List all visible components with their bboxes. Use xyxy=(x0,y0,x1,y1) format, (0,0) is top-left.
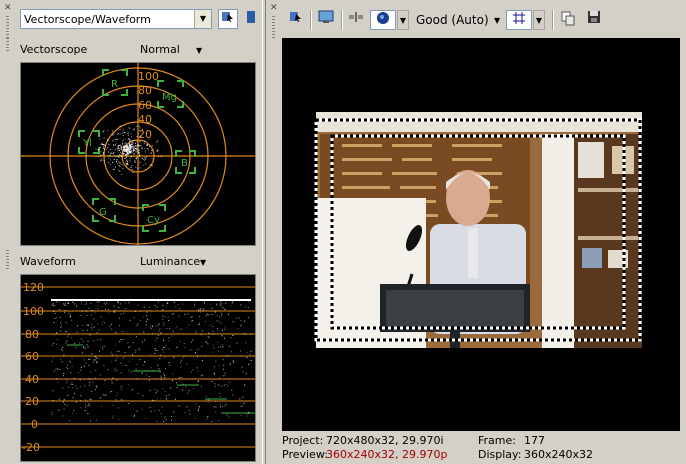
frame-info: Frame: 177 xyxy=(478,434,545,447)
split-screen-icon[interactable] xyxy=(346,10,366,30)
vector-scale-80: 80 xyxy=(138,84,152,97)
target-label-r: R xyxy=(111,79,118,90)
waveform-display: 120 100 80 60 40 20 0 -20 xyxy=(20,274,256,462)
target-label-cy: Cy xyxy=(147,215,160,226)
vector-scale-40: 40 xyxy=(138,113,152,126)
project-label: Project: xyxy=(282,434,324,447)
display-label: Display: xyxy=(478,448,522,461)
vectorscope-label: Vectorscope xyxy=(20,43,88,56)
display-value: 360x240x32 xyxy=(524,448,594,461)
quality-chevron-icon[interactable]: ▼ xyxy=(494,16,500,25)
wave-scale-40: 40 xyxy=(25,373,39,386)
grid-icon[interactable] xyxy=(506,10,532,30)
pointer-icon[interactable] xyxy=(218,9,238,29)
vectorscope-mode[interactable]: Normal xyxy=(140,43,180,56)
display-info: Display: 360x240x32 xyxy=(478,448,593,461)
wave-scale-minus20: -20 xyxy=(22,441,40,454)
video-frame xyxy=(282,38,680,431)
save-snapshot-icon[interactable] xyxy=(584,10,604,30)
toolbar-grip[interactable] xyxy=(272,16,275,38)
waveform-graticule xyxy=(21,286,255,448)
copy-snapshot-icon[interactable] xyxy=(558,10,578,30)
wave-scale-20: 20 xyxy=(25,395,39,408)
toolbar-grip[interactable] xyxy=(6,16,9,38)
project-info: Project: 720x480x32, 29.970i xyxy=(282,434,444,447)
external-monitor-icon[interactable] xyxy=(316,10,336,30)
target-label-g: G xyxy=(99,207,107,218)
scopes-window: ✕ Vectorscope/Waveform ▼ Vectorscope Nor… xyxy=(0,0,262,464)
frame-label: Frame: xyxy=(478,434,516,447)
waveform-label: Waveform xyxy=(20,255,76,268)
vector-scale-100: 100 xyxy=(138,70,159,83)
overlays-icon[interactable] xyxy=(370,10,396,30)
preview-info: Preview: 360x240x32, 29.970p xyxy=(282,448,447,461)
waveform-trace xyxy=(51,299,252,422)
project-value: 720x480x32, 29.970i xyxy=(326,434,444,447)
overlays-chevron-icon[interactable]: ▼ xyxy=(397,10,409,30)
close-scopes-icon[interactable]: ✕ xyxy=(4,4,12,13)
vectorscope-mode-chevron-icon[interactable]: ▼ xyxy=(196,46,202,55)
grid-chevron-icon[interactable]: ▼ xyxy=(533,10,545,30)
close-preview-icon[interactable]: ✕ xyxy=(270,4,278,13)
wave-scale-80: 80 xyxy=(25,328,39,341)
chevron-down-icon[interactable]: ▼ xyxy=(194,10,211,28)
update-scopes-icon[interactable] xyxy=(244,9,258,29)
wave-scale-0: 0 xyxy=(31,418,38,431)
pointer-icon[interactable] xyxy=(286,10,306,30)
video-preview-area[interactable] xyxy=(282,38,680,431)
toolbar-separator xyxy=(552,10,554,30)
section-grip[interactable] xyxy=(6,38,9,52)
vectorscope-trace xyxy=(95,125,163,175)
toolbar-separator xyxy=(341,10,343,30)
section-grip[interactable] xyxy=(6,250,9,270)
scope-type-value: Vectorscope/Waveform xyxy=(24,13,151,26)
wave-scale-100: 100 xyxy=(23,305,44,318)
vector-scale-60: 60 xyxy=(138,99,152,112)
preview-value: 360x240x32, 29.970p xyxy=(326,448,448,461)
waveform-mode[interactable]: Luminance xyxy=(140,255,200,268)
scope-type-dropdown[interactable]: Vectorscope/Waveform ▼ xyxy=(20,9,212,29)
target-label-b: B xyxy=(181,158,188,169)
target-label-mg: Mg xyxy=(162,92,177,103)
wave-scale-60: 60 xyxy=(25,350,39,363)
target-label-yl: Yl xyxy=(82,138,92,149)
waveform-mode-chevron-icon[interactable]: ▼ xyxy=(200,258,206,267)
frame-value: 177 xyxy=(524,434,545,447)
preview-quality[interactable]: Good (Auto) xyxy=(416,13,489,27)
video-preview-window: ✕ ▼ Good (Auto) ▼ ▼ Project: 720x480x32,… xyxy=(266,0,686,464)
preview-label: Preview: xyxy=(282,448,328,461)
toolbar-separator xyxy=(310,10,312,30)
vectorscope-display: 100 80 60 40 20 R Mg B Cy G Yl xyxy=(20,62,256,246)
vector-scale-20: 20 xyxy=(138,128,152,141)
wave-scale-120: 120 xyxy=(23,281,44,294)
